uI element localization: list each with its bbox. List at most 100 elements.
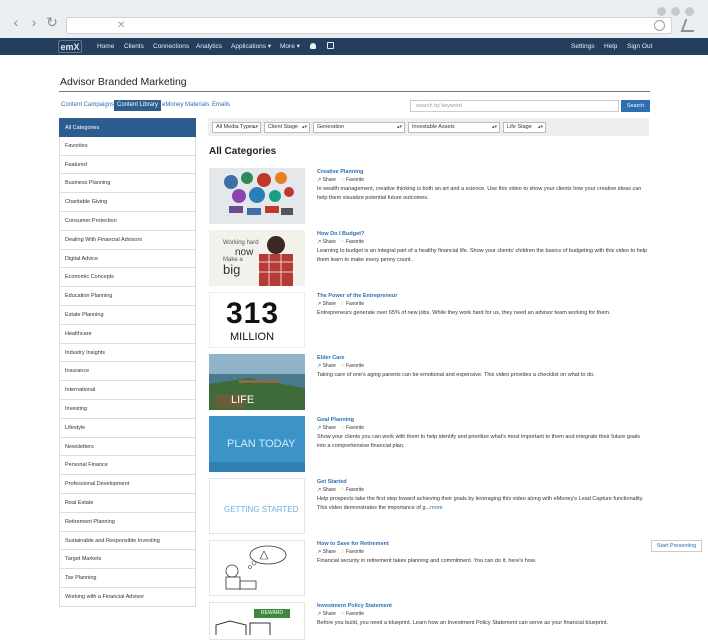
sidebar-item[interactable]: Real Estate	[59, 493, 196, 513]
favorite-link[interactable]: Favorite	[346, 487, 364, 493]
sidebar-item[interactable]: Tax Planning	[59, 569, 196, 588]
star-icon[interactable]: ☆	[340, 301, 344, 307]
sidebar-item[interactable]: Dealing With Financial Advisors	[59, 230, 196, 250]
favorite-link[interactable]: Favorite	[346, 611, 364, 617]
sidebar-item[interactable]: Retirement Planning	[59, 512, 196, 532]
tab-emoney-materials[interactable]: eMoney Materials	[162, 100, 209, 111]
card-title[interactable]: Elder Care	[317, 355, 345, 361]
share-icon[interactable]: ↗	[317, 487, 321, 493]
share-link[interactable]: Share	[323, 487, 336, 493]
share-icon[interactable]: ↗	[317, 549, 321, 555]
star-icon[interactable]: ☆	[340, 487, 344, 493]
card-title[interactable]: Investment Policy Statement	[317, 603, 392, 609]
window-dot[interactable]	[671, 7, 680, 16]
star-icon[interactable]: ☆	[340, 239, 344, 245]
nav-clients[interactable]: Clients	[124, 38, 144, 55]
share-icon[interactable]: ↗	[317, 177, 321, 183]
search-input[interactable]: search by keyword	[410, 100, 619, 112]
nav-more[interactable]: More ▾	[280, 38, 300, 55]
share-link[interactable]: Share	[323, 611, 336, 617]
filter-media-type[interactable]: All Media Types ▴▾	[212, 122, 261, 133]
sidebar-item[interactable]: Education Planning	[59, 287, 196, 306]
address-bar[interactable]: ✕	[66, 17, 672, 34]
back-icon[interactable]: ‹	[8, 14, 24, 30]
filter-generation[interactable]: Generation ▴▾	[313, 122, 405, 133]
video-thumbnail[interactable]: LIFE	[209, 354, 305, 410]
tab-content-library[interactable]: Content Library	[114, 100, 162, 111]
sidebar-item[interactable]: Business Planning	[59, 174, 196, 194]
card-title[interactable]: The Power of the Entrepreneur	[317, 293, 397, 299]
sidebar-item[interactable]: All Categories	[59, 118, 196, 137]
share-icon[interactable]: ↗	[317, 239, 321, 245]
sidebar-item[interactable]: Insurance	[59, 362, 196, 382]
sidebar-item[interactable]: Working with a Financial Advisor	[59, 587, 196, 607]
sidebar-item[interactable]: Personal Finance	[59, 456, 196, 476]
favorite-link[interactable]: Favorite	[346, 239, 364, 245]
star-icon[interactable]: ☆	[340, 611, 344, 617]
app-logo[interactable]: emX	[58, 40, 82, 53]
favorite-link[interactable]: Favorite	[346, 425, 364, 431]
start-presenting-button[interactable]: Start Presenting	[651, 540, 702, 552]
nav-help[interactable]: Help	[604, 38, 617, 55]
card-title[interactable]: How Do I Budget?	[317, 231, 364, 237]
checkbox-icon[interactable]	[327, 42, 334, 49]
sidebar-item[interactable]: Healthcare	[59, 324, 196, 344]
star-icon[interactable]: ☆	[340, 425, 344, 431]
share-icon[interactable]: ↗	[317, 425, 321, 431]
card-title[interactable]: Get Started	[317, 479, 347, 485]
share-link[interactable]: Share	[323, 239, 336, 245]
share-link[interactable]: Share	[323, 363, 336, 369]
sidebar-item[interactable]: Professional Development	[59, 475, 196, 494]
video-thumbnail[interactable]	[209, 540, 305, 596]
video-thumbnail[interactable]: PLAN TODAY	[209, 416, 305, 472]
star-icon[interactable]: ☆	[340, 363, 344, 369]
more-link[interactable]: more	[430, 505, 443, 511]
sidebar-item[interactable]: Favorites	[59, 136, 196, 156]
sidebar-item[interactable]: Newsletters	[59, 437, 196, 457]
favorite-link[interactable]: Favorite	[346, 549, 364, 555]
window-dot[interactable]	[685, 7, 694, 16]
star-icon[interactable]: ☆	[340, 177, 344, 183]
card-title[interactable]: Goal Planning	[317, 417, 354, 423]
nav-connections[interactable]: Connections	[153, 38, 189, 55]
sidebar-item[interactable]: Consumer Protection	[59, 211, 196, 231]
sidebar-item[interactable]: Sustainable and Responsible Investing	[59, 531, 196, 551]
share-icon[interactable]: ↗	[317, 301, 321, 307]
sidebar-item[interactable]: Target Markets	[59, 550, 196, 570]
star-icon[interactable]: ☆	[340, 549, 344, 555]
share-icon[interactable]: ↗	[317, 363, 321, 369]
nav-applications[interactable]: Applications ▾	[231, 38, 271, 55]
forward-icon[interactable]: ›	[26, 14, 42, 30]
video-thumbnail[interactable]: REWARD	[209, 602, 305, 640]
favorite-link[interactable]: Favorite	[346, 177, 364, 183]
video-thumbnail[interactable]: Working hard now Make a big	[209, 230, 305, 286]
share-link[interactable]: Share	[323, 425, 336, 431]
share-link[interactable]: Share	[323, 301, 336, 307]
sidebar-item[interactable]: Charitable Giving	[59, 193, 196, 212]
tab-emails[interactable]: Emails	[212, 100, 230, 111]
card-title[interactable]: Creative Planning	[317, 169, 363, 175]
nav-sign-out[interactable]: Sign Out	[627, 38, 652, 55]
nav-settings[interactable]: Settings	[571, 38, 595, 55]
bell-icon[interactable]	[310, 43, 316, 49]
sidebar-item[interactable]: Digital Advice	[59, 249, 196, 269]
tab-content-campaigns[interactable]: Content Campaigns	[61, 100, 114, 111]
favorite-link[interactable]: Favorite	[346, 301, 364, 307]
filter-life-stage[interactable]: Life Stage ▴▾	[503, 122, 546, 133]
share-icon[interactable]: ↗	[317, 611, 321, 617]
video-thumbnail[interactable]: GETTING STARTED	[209, 478, 305, 534]
sidebar-item[interactable]: Industry Insights	[59, 343, 196, 363]
nav-home[interactable]: Home	[97, 38, 114, 55]
share-link[interactable]: Share	[323, 177, 336, 183]
sidebar-item[interactable]: Economic Concepts	[59, 268, 196, 288]
close-tab-icon[interactable]: ✕	[117, 20, 125, 31]
share-link[interactable]: Share	[323, 549, 336, 555]
favorite-link[interactable]: Favorite	[346, 363, 364, 369]
sidebar-item[interactable]: Investing	[59, 399, 196, 419]
sidebar-item[interactable]: Estate Planning	[59, 305, 196, 325]
sidebar-item[interactable]: Featured	[59, 155, 196, 175]
search-button[interactable]: Search	[621, 100, 650, 112]
nav-analytics[interactable]: Analytics	[196, 38, 222, 55]
card-title[interactable]: How to Save for Retirement	[317, 541, 389, 547]
sidebar-item[interactable]: International	[59, 381, 196, 400]
